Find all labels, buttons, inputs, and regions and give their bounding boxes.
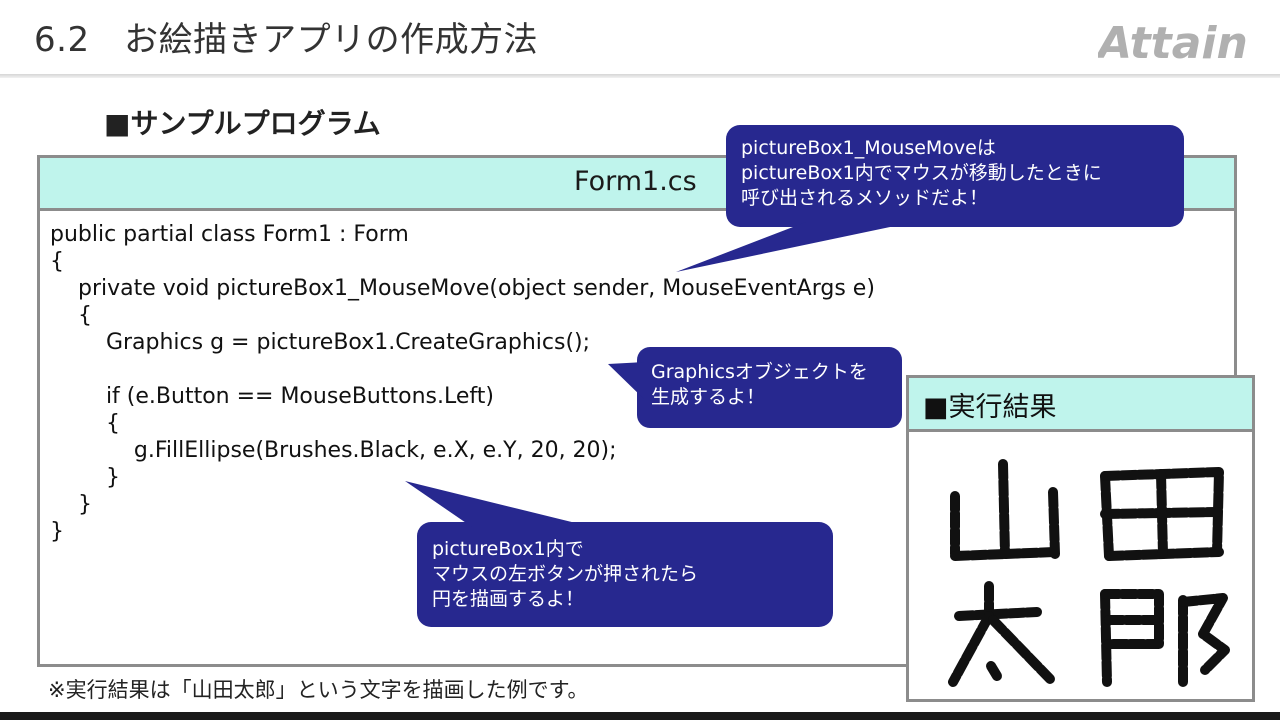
- callout-mousemove: pictureBox1_MouseMoveは pictureBox1内でマウスが…: [741, 137, 1102, 209]
- code-line: public partial class Form1 : Form: [50, 222, 409, 247]
- callout-graphics: Graphicsオブジェクトを 生成するよ！: [651, 361, 868, 408]
- page-title: 6.2 お絵描きアプリの作成方法: [34, 20, 539, 60]
- header-bar: 6.2 お絵描きアプリの作成方法 Attain: [0, 0, 1280, 78]
- result-title: ■実行結果: [923, 392, 1057, 423]
- code-line: g.FillEllipse(Brushes.Black, e.X, e.Y, 2…: [50, 438, 617, 463]
- code-line: {: [50, 303, 92, 328]
- code-line: private void pictureBox1_MouseMove(objec…: [50, 276, 875, 301]
- result-panel: ■実行結果: [906, 375, 1255, 702]
- result-panel-header: ■実行結果: [909, 378, 1252, 432]
- bottom-border: [0, 712, 1280, 720]
- code-line: {: [50, 411, 120, 436]
- code-line: {: [50, 249, 64, 274]
- callout-fill: pictureBox1内で マウスの左ボタンが押されたら 円を描画するよ！: [432, 538, 699, 610]
- code-line: }: [50, 492, 92, 517]
- logo-text: Attain: [1098, 18, 1248, 64]
- footnote: ※実行結果は「山田太郎」という文字を描画した例です。: [48, 678, 589, 702]
- drawn-name-image: [948, 459, 1230, 689]
- header-divider: [0, 74, 1280, 78]
- code-line: Graphics g = pictureBox1.CreateGraphics(…: [50, 330, 591, 355]
- section-heading: ■サンプルプログラム: [104, 107, 381, 140]
- code-line: }: [50, 465, 120, 490]
- attain-logo: Attain: [1098, 18, 1248, 64]
- code-filename: Form1.cs: [574, 166, 697, 197]
